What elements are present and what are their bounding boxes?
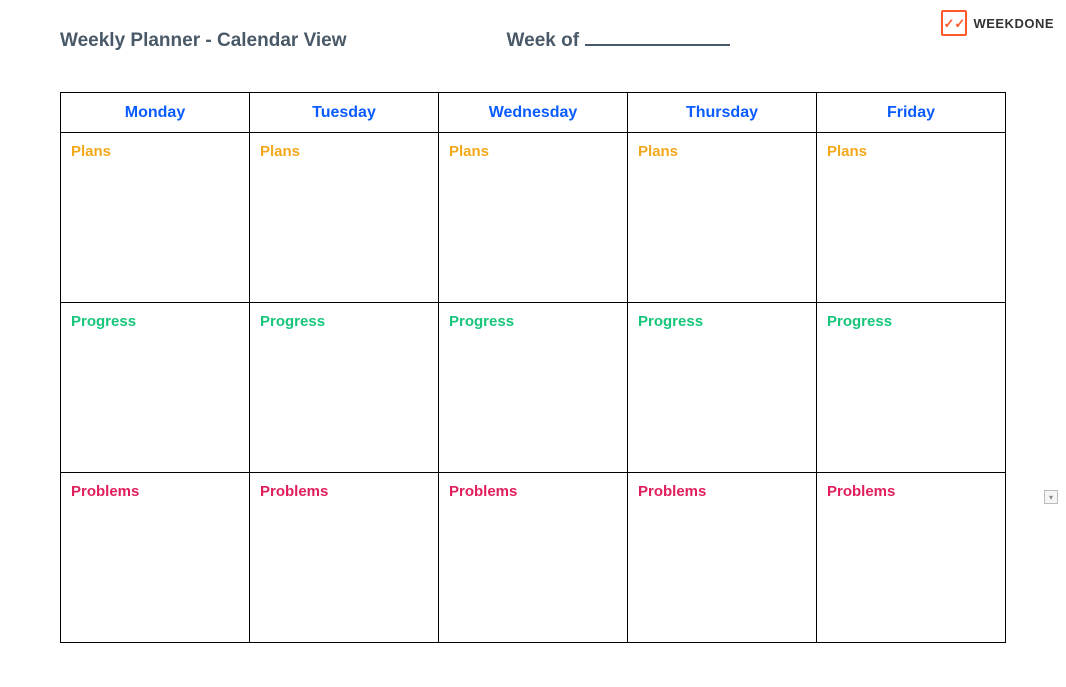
- problems-cell[interactable]: Problems: [250, 473, 439, 643]
- planner-table: Monday Tuesday Wednesday Thursday Friday…: [60, 92, 1006, 643]
- day-header-thursday: Thursday: [628, 93, 817, 133]
- problems-cell[interactable]: Problems: [61, 473, 250, 643]
- day-header-row: Monday Tuesday Wednesday Thursday Friday: [61, 93, 1006, 133]
- logo-mark: ✓✓: [941, 10, 967, 36]
- plans-cell[interactable]: Plans: [250, 133, 439, 303]
- progress-cell[interactable]: Progress: [628, 303, 817, 473]
- progress-cell[interactable]: Progress: [61, 303, 250, 473]
- progress-cell[interactable]: Progress: [439, 303, 628, 473]
- day-header-wednesday: Wednesday: [439, 93, 628, 133]
- plans-row: Plans Plans Plans Plans Plans: [61, 133, 1006, 303]
- plans-cell[interactable]: Plans: [439, 133, 628, 303]
- document-header: Weekly Planner - Calendar View Week of: [0, 0, 1066, 72]
- plans-cell[interactable]: Plans: [817, 133, 1006, 303]
- day-header-tuesday: Tuesday: [250, 93, 439, 133]
- progress-cell[interactable]: Progress: [250, 303, 439, 473]
- week-of-field: Week of: [507, 30, 731, 52]
- progress-cell[interactable]: Progress: [817, 303, 1006, 473]
- day-header-friday: Friday: [817, 93, 1006, 133]
- plans-cell[interactable]: Plans: [628, 133, 817, 303]
- popout-icon[interactable]: ▾: [1044, 490, 1058, 504]
- brand-logo: ✓✓ WEEKDONE: [941, 10, 1054, 36]
- day-header-monday: Monday: [61, 93, 250, 133]
- plans-cell[interactable]: Plans: [61, 133, 250, 303]
- problems-cell[interactable]: Problems: [439, 473, 628, 643]
- problems-cell[interactable]: Problems: [628, 473, 817, 643]
- progress-row: Progress Progress Progress Progress Prog…: [61, 303, 1006, 473]
- problems-cell[interactable]: Problems: [817, 473, 1006, 643]
- checkmarks-icon: ✓✓: [944, 17, 966, 30]
- problems-row: Problems Problems Problems Problems Prob…: [61, 473, 1006, 643]
- page-title: Weekly Planner - Calendar View: [60, 30, 347, 52]
- week-of-blank[interactable]: [585, 44, 730, 46]
- brand-name: WEEKDONE: [973, 16, 1054, 31]
- week-of-label: Week of: [507, 30, 580, 52]
